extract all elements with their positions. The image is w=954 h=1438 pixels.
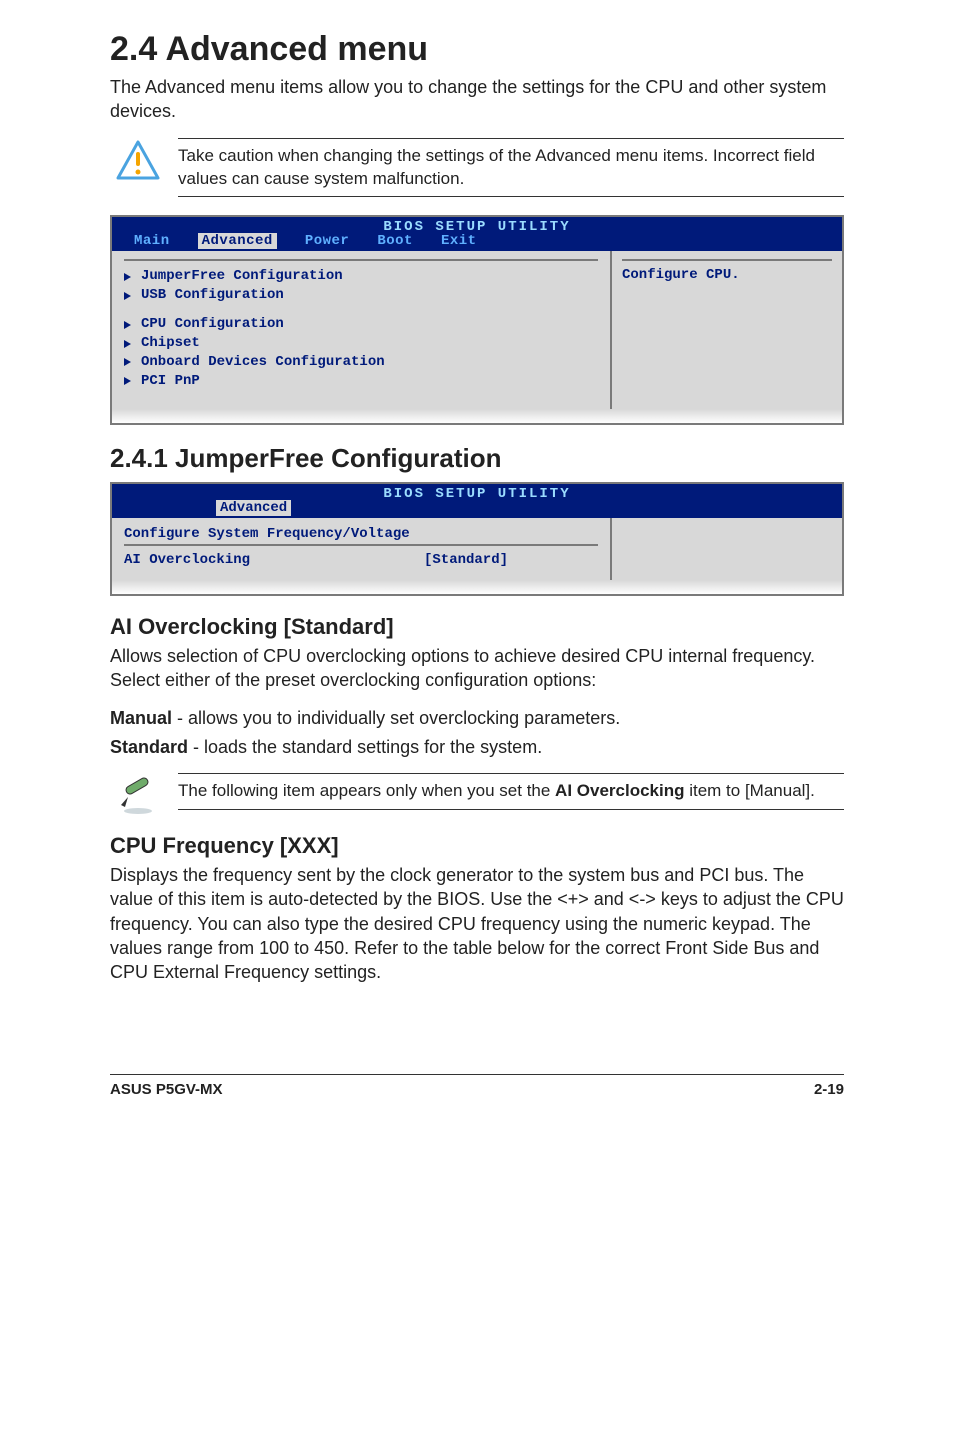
- bios-help-text: Configure CPU.: [622, 267, 832, 283]
- bios-tabs: Main Advanced Power Boot Exit: [118, 233, 836, 249]
- option-standard: Standard - loads the standard settings f…: [110, 735, 844, 759]
- bios-tab-main: Main: [134, 233, 170, 249]
- bios-tab-exit: Exit: [441, 233, 477, 249]
- subsection-title: 2.4.1 JumperFree Configuration: [110, 443, 844, 474]
- bios-item: USB Configuration: [124, 286, 598, 305]
- chevron-right-icon: [124, 292, 131, 300]
- chevron-right-icon: [124, 340, 131, 348]
- bios-item-label: USB Configuration: [141, 286, 284, 305]
- bios-tab-power: Power: [305, 233, 350, 249]
- bios-row-label: AI Overclocking: [124, 552, 424, 568]
- info-text: The following item appears only when you…: [178, 773, 844, 810]
- bios-row: AI Overclocking [Standard]: [124, 552, 598, 568]
- chevron-right-icon: [124, 377, 131, 385]
- bios-item: Chipset: [124, 334, 598, 353]
- setting-desc: Allows selection of CPU overclocking opt…: [110, 644, 844, 693]
- bios-item: PCI PnP: [124, 372, 598, 391]
- bios-item: JumperFree Configuration: [124, 267, 598, 286]
- setting-desc-cpu: Displays the frequency sent by the clock…: [110, 863, 844, 984]
- bios-tab-advanced: Advanced: [198, 233, 277, 249]
- caution-icon: [116, 140, 160, 180]
- pencil-icon: [116, 775, 160, 815]
- bios-item: Onboard Devices Configuration: [124, 353, 598, 372]
- chevron-right-icon: [124, 321, 131, 329]
- setting-title-cpu: CPU Frequency [XXX]: [110, 833, 844, 859]
- bios-tab-boot: Boot: [377, 233, 413, 249]
- caution-text: Take caution when changing the settings …: [178, 138, 844, 198]
- setting-title: AI Overclocking [Standard]: [110, 614, 844, 640]
- bios-screenshot-jumperfree: BIOS SETUP UTILITY Advanced Configure Sy…: [110, 482, 844, 596]
- page-footer: ASUS P5GV-MX 2-19: [110, 1074, 844, 1098]
- chevron-right-icon: [124, 273, 131, 281]
- bios-item-label: Onboard Devices Configuration: [141, 353, 385, 372]
- option-manual: Manual - allows you to individually set …: [110, 706, 844, 730]
- info-block: The following item appears only when you…: [110, 773, 844, 815]
- bios-item-label: JumperFree Configuration: [141, 267, 343, 286]
- bios-item-label: PCI PnP: [141, 372, 200, 391]
- bios-screenshot-advanced: BIOS SETUP UTILITY Main Advanced Power B…: [110, 215, 844, 424]
- bios-subheading: Configure System Frequency/Voltage: [124, 522, 598, 544]
- bios-item: CPU Configuration: [124, 315, 598, 334]
- footer-right: 2-19: [814, 1081, 844, 1098]
- page-title: 2.4 Advanced menu: [110, 30, 844, 69]
- bios-item-label: CPU Configuration: [141, 315, 284, 334]
- chevron-right-icon: [124, 358, 131, 366]
- bios-row-value: [Standard]: [424, 552, 508, 568]
- bios-tab-advanced: Advanced: [216, 500, 291, 516]
- intro-paragraph: The Advanced menu items allow you to cha…: [110, 75, 844, 124]
- footer-left: ASUS P5GV-MX: [110, 1081, 223, 1098]
- bios-item-label: Chipset: [141, 334, 200, 353]
- caution-block: Take caution when changing the settings …: [110, 138, 844, 198]
